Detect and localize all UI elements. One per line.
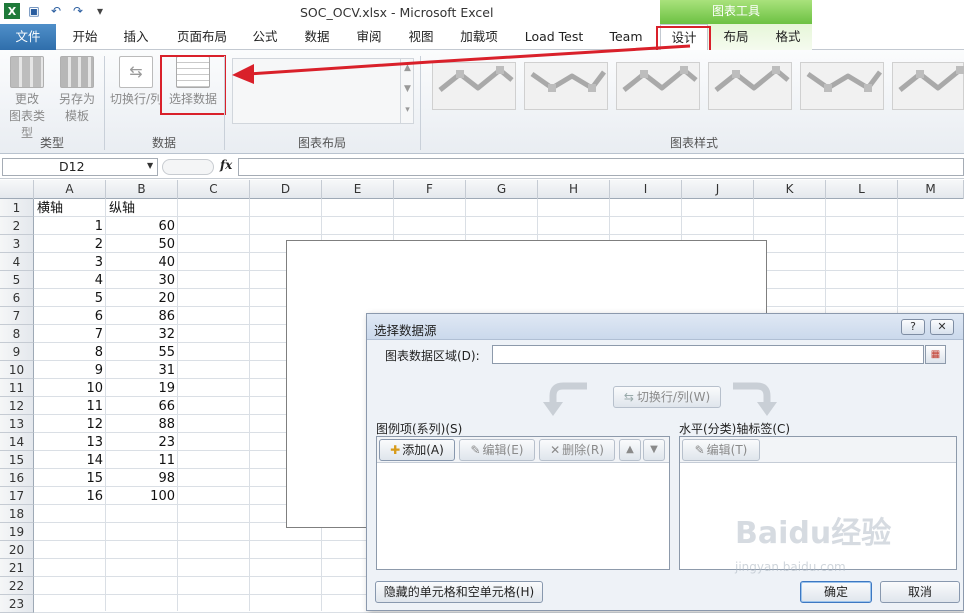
select-data-source-dialog: 选择数据源 ? ✕ 图表数据区域(D): ▦ ⇆ 切换行/列(W) 图例项(系列)… [366,313,964,611]
row-header[interactable]: 19 [0,523,34,541]
dialog-close-button[interactable]: ✕ [930,319,954,335]
move-down-icon: ▼ [650,444,658,455]
add-series-label: 添加(A) [402,443,444,457]
cell-a[interactable]: 16 [34,488,103,506]
move-down-button[interactable]: ▼ [643,439,665,461]
cell-a[interactable]: 15 [34,470,103,488]
edit-axis-labels-button[interactable]: ✎ 编辑(T) [682,439,760,461]
cell-b[interactable]: 50 [106,236,175,254]
legend-entries-label: 图例项(系列)(S) [376,422,463,436]
cell-b[interactable]: 31 [106,362,175,380]
cell-a[interactable]: 6 [34,308,103,326]
row-header[interactable]: 3 [0,235,34,253]
range-label: 图表数据区域(D): [385,349,480,363]
cell-a[interactable]: 13 [34,434,103,452]
ok-button[interactable]: 确定 [800,581,872,603]
switch-dialog-icon: ⇆ [623,390,634,404]
cell-a[interactable]: 8 [34,344,103,362]
cell-b[interactable]: 88 [106,416,175,434]
watermark-url: jingyan.baidu.com [735,560,846,574]
remove-series-button[interactable]: ✕ 删除(R) [539,439,615,461]
row-header[interactable]: 23 [0,595,34,613]
row-header[interactable]: 2 [0,217,34,235]
cell-b[interactable]: 23 [106,434,175,452]
row-header[interactable]: 14 [0,433,34,451]
cell-b[interactable]: 19 [106,380,175,398]
cell-a[interactable]: 12 [34,416,103,434]
cell-b[interactable]: 32 [106,326,175,344]
left-arrow-icon [543,382,587,416]
cell-b[interactable]: 40 [106,254,175,272]
row-header[interactable]: 7 [0,307,34,325]
axis-labels-label: 水平(分类)轴标签(C) [679,422,791,436]
switch-row-col-dialog-label: 切换行/列(W) [636,390,711,404]
cell-b[interactable]: 100 [106,488,175,506]
cell-a[interactable]: 2 [34,236,103,254]
dialog-title: 选择数据源 [374,323,437,338]
row-header[interactable]: 13 [0,415,34,433]
cell-a[interactable]: 7 [34,326,103,344]
hidden-empty-cells-button[interactable]: 隐藏的单元格和空单元格(H) [375,581,543,603]
row-header[interactable]: 21 [0,559,34,577]
row-header[interactable]: 8 [0,325,34,343]
row-header[interactable]: 17 [0,487,34,505]
help-button[interactable]: ? [901,319,925,335]
edit-series-label: 编辑(E) [482,443,524,457]
cell-a[interactable]: 4 [34,272,103,290]
cell-a[interactable]: 11 [34,398,103,416]
row-header[interactable]: 5 [0,271,34,289]
remove-series-label: 删除(R) [562,443,604,457]
row-header[interactable]: 1 [0,199,34,217]
cell-b[interactable]: 11 [106,452,175,470]
switch-row-col-dialog-button[interactable]: ⇆ 切换行/列(W) [613,386,721,408]
cancel-button[interactable]: 取消 [880,581,960,603]
edit-axis-icon: ✎ [694,443,705,457]
add-icon: ✚ [390,443,401,457]
row-header[interactable]: 9 [0,343,34,361]
move-up-button[interactable]: ▲ [619,439,641,461]
remove-icon: ✕ [550,443,561,457]
cell-a[interactable]: 1 [34,218,103,236]
cell-b[interactable]: 30 [106,272,175,290]
legend-entries-panel: ✚ 添加(A) ✎ 编辑(E) ✕ 删除(R) ▲ ▼ [376,436,670,570]
cell-b[interactable]: 20 [106,290,175,308]
collapse-range-icon[interactable]: ▦ [925,345,946,364]
cell-a[interactable]: 5 [34,290,103,308]
cell-a1[interactable]: 横轴 [37,200,63,218]
cell-b[interactable]: 60 [106,218,175,236]
dialog-title-bar: 选择数据源 ? ✕ [367,314,963,340]
row-header[interactable]: 22 [0,577,34,595]
row-header[interactable]: 16 [0,469,34,487]
cell-b[interactable]: 66 [106,398,175,416]
row-header[interactable]: 4 [0,253,34,271]
row-header[interactable]: 12 [0,397,34,415]
cell-b[interactable]: 55 [106,344,175,362]
edit-icon: ✎ [470,443,481,457]
cell-b[interactable]: 86 [106,308,175,326]
row-header[interactable]: 18 [0,505,34,523]
edit-series-button[interactable]: ✎ 编辑(E) [459,439,535,461]
row-header[interactable]: 6 [0,289,34,307]
row-header[interactable]: 10 [0,361,34,379]
cell-a[interactable]: 10 [34,380,103,398]
cell-a[interactable]: 14 [34,452,103,470]
move-up-icon: ▲ [626,444,634,455]
cell-a[interactable]: 3 [34,254,103,272]
cell-b[interactable]: 98 [106,470,175,488]
cell-b1[interactable]: 纵轴 [109,200,135,218]
right-arrow-icon [733,382,777,416]
annotation-arrow [232,44,691,84]
row-header[interactable]: 11 [0,379,34,397]
row-header[interactable]: 15 [0,451,34,469]
range-input[interactable] [492,345,924,364]
edit-axis-labels-label: 编辑(T) [706,443,748,457]
watermark-logo: Baidu经验 [735,516,892,551]
add-series-button[interactable]: ✚ 添加(A) [379,439,455,461]
cell-a[interactable]: 9 [34,362,103,380]
row-header[interactable]: 20 [0,541,34,559]
